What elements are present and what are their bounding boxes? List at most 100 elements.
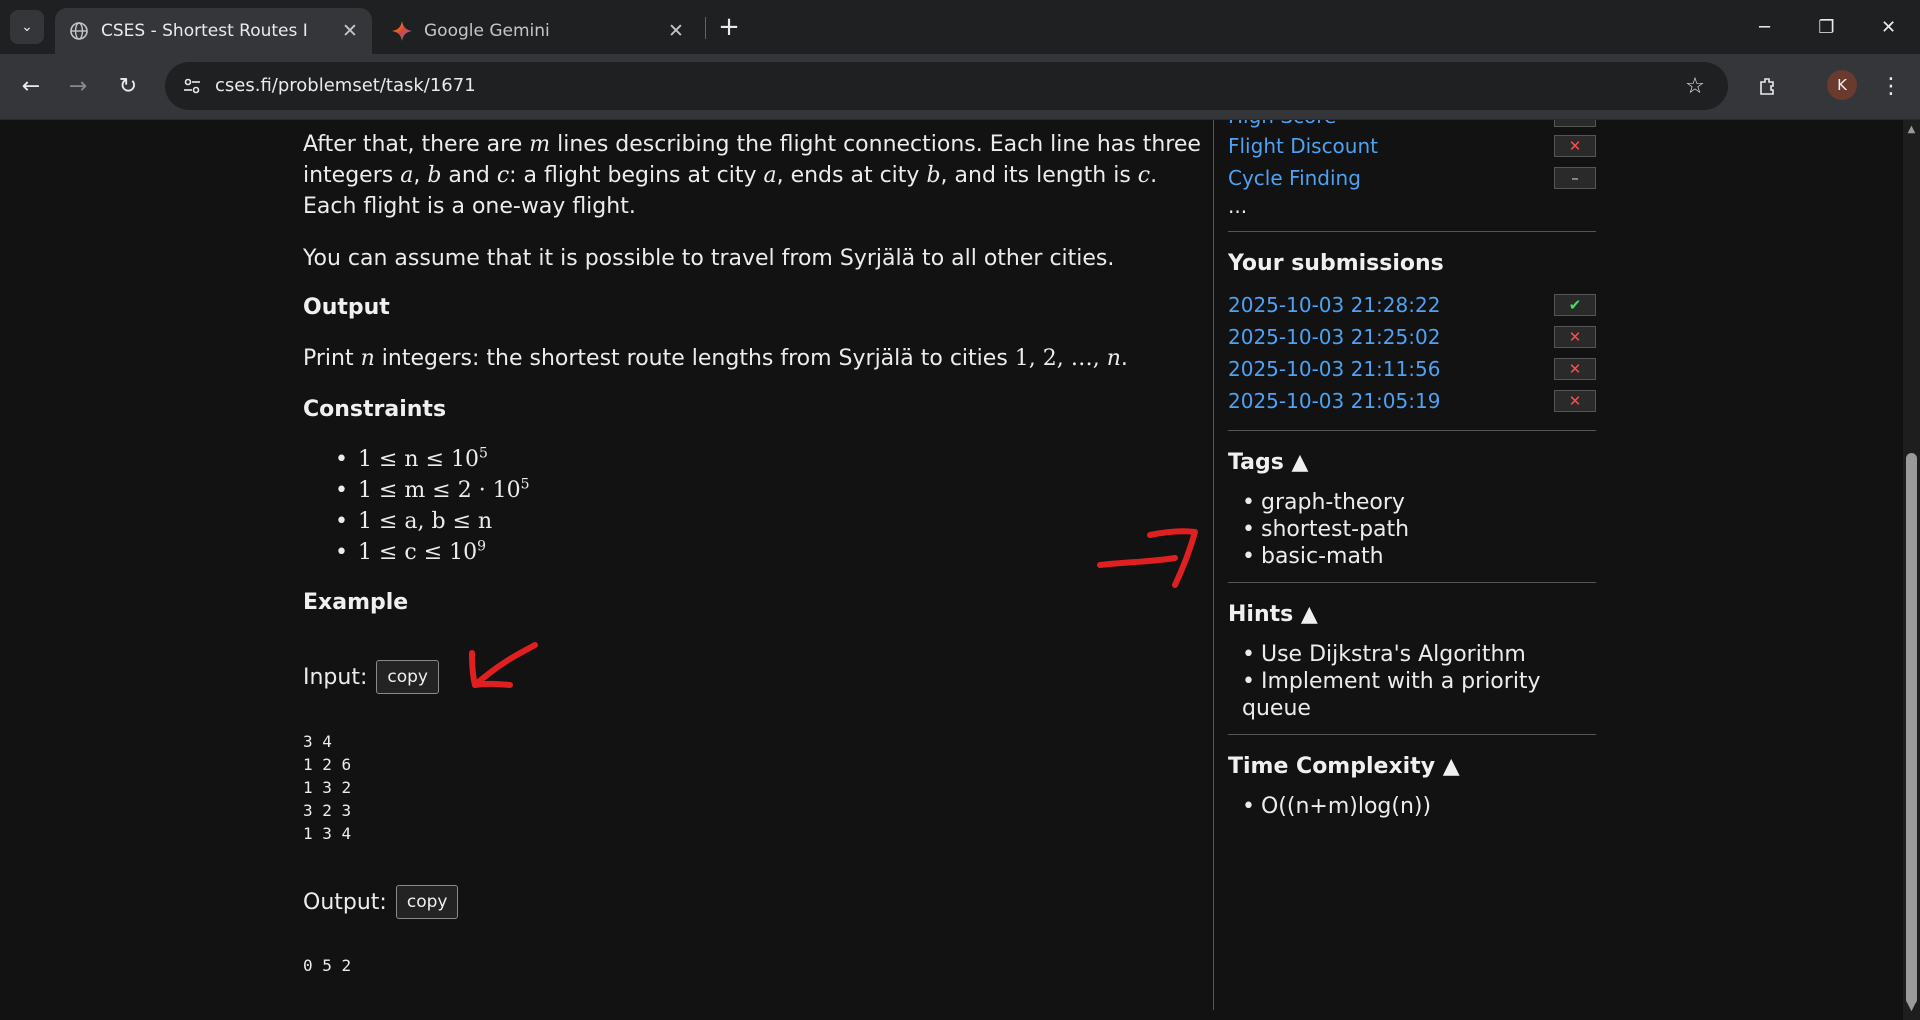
restore-icon[interactable]: ❐ xyxy=(1795,0,1858,54)
site-info-icon[interactable] xyxy=(177,71,207,101)
dash-icon: – xyxy=(1554,167,1596,189)
constraint-expr: 1 ≤ n ≤ 10 xyxy=(358,447,479,472)
tag-label: basic-math xyxy=(1260,544,1384,569)
text: . xyxy=(1120,346,1128,371)
complexity-label: O((n+m)log(n)) xyxy=(1260,794,1432,819)
new-tab-button[interactable]: + xyxy=(714,12,744,42)
tab-cses[interactable]: CSES - Shortest Routes I ✕ xyxy=(55,8,372,54)
input-label: Input: xyxy=(303,664,368,690)
text: , ends at city xyxy=(776,163,927,188)
sidebar-divider xyxy=(1228,734,1596,735)
related-task-link[interactable]: Flight Discount xyxy=(1228,134,1554,158)
example-output: 0 5 2 xyxy=(303,956,352,975)
sidebar-divider xyxy=(1228,430,1596,431)
reachability-note: You can assume that it is possible to tr… xyxy=(303,246,1115,271)
related-task-row: Cycle Finding – xyxy=(1228,162,1596,194)
column-divider xyxy=(1213,120,1214,1010)
scroll-up-icon[interactable]: ▲ xyxy=(1906,124,1917,136)
back-arrow-icon[interactable]: ← xyxy=(13,68,49,104)
forward-arrow-icon[interactable]: → xyxy=(60,68,96,104)
submission-row: 2025-10-03 21:11:56 ✕ xyxy=(1228,353,1596,385)
browser-toolbar: ← → ↻ cses.fi/problemset/task/1671 ☆ K ⋮ xyxy=(0,54,1920,120)
text: , xyxy=(413,163,428,188)
reload-icon[interactable]: ↻ xyxy=(110,68,146,104)
close-tab-icon[interactable]: ✕ xyxy=(662,17,690,45)
constraint-expr: 1 ≤ a, b ≤ n xyxy=(358,509,493,534)
cross-icon: ✕ xyxy=(1554,135,1596,157)
tab-title: Google Gemini xyxy=(424,21,550,41)
complexity-item: • O((n+m)log(n)) xyxy=(1242,794,1432,819)
submissions-heading: Your submissions xyxy=(1228,251,1444,276)
sidebar-divider xyxy=(1228,582,1596,583)
math-var: a xyxy=(763,163,777,188)
related-task-row: Flight Discount ✕ xyxy=(1228,130,1596,162)
tag-item: • shortest-path xyxy=(1242,517,1410,542)
input-label-row: Input: copy xyxy=(303,660,439,694)
status-box xyxy=(1554,120,1596,127)
math-var: n xyxy=(360,346,375,371)
math-var: n xyxy=(1106,346,1121,371)
constraint-expr: 1 ≤ m ≤ 2 · 10 xyxy=(358,478,521,503)
related-task-link[interactable]: Cycle Finding xyxy=(1228,166,1554,190)
cross-icon: ✕ xyxy=(1554,358,1596,380)
submission-link[interactable]: 2025-10-03 21:05:19 xyxy=(1228,389,1554,413)
scroll-down-icon[interactable]: ▼ xyxy=(1906,1002,1917,1014)
address-bar[interactable]: cses.fi/problemset/task/1671 ☆ xyxy=(165,62,1728,110)
gemini-icon xyxy=(392,21,412,41)
math-var: c xyxy=(1137,163,1151,188)
hint-label: Implement with a priority queue xyxy=(1242,669,1541,721)
minimize-icon[interactable]: ─ xyxy=(1733,0,1796,54)
tags-toggle[interactable]: Tags ▲ xyxy=(1228,450,1308,475)
submission-row: 2025-10-03 21:05:19 ✕ xyxy=(1228,385,1596,417)
text: integers: the shortest route lengths fro… xyxy=(374,346,1015,371)
extensions-icon[interactable] xyxy=(1750,68,1786,104)
output-label-row: Output: copy xyxy=(303,885,459,919)
profile-avatar[interactable]: K xyxy=(1827,70,1857,100)
tag-label: graph-theory xyxy=(1260,490,1405,515)
hints-toggle[interactable]: Hints ▲ xyxy=(1228,602,1318,627)
constraint-exponent: 9 xyxy=(477,538,487,555)
submission-link[interactable]: 2025-10-03 21:28:22 xyxy=(1228,293,1554,317)
constraints-heading: Constraints xyxy=(303,397,447,422)
flight-description: After that, there are m lines describing… xyxy=(303,129,1203,222)
scroll-thumb[interactable] xyxy=(1906,453,1917,1005)
tab-gemini[interactable]: Google Gemini ✕ xyxy=(378,8,698,54)
text: After that, there are xyxy=(303,132,530,157)
tab-search-button[interactable]: ⌄ xyxy=(10,10,44,44)
globe-icon xyxy=(69,21,89,41)
close-tab-icon[interactable]: ✕ xyxy=(336,17,364,45)
math-var: m xyxy=(529,132,551,157)
copy-output-button[interactable]: copy xyxy=(395,885,459,919)
cross-icon: ✕ xyxy=(1554,390,1596,412)
hint-item: • Use Dijkstra's Algorithm xyxy=(1242,642,1526,667)
submission-row: 2025-10-03 21:28:22 ✔ xyxy=(1228,289,1596,321)
math-var: a xyxy=(400,163,414,188)
hint-label: Use Dijkstra's Algorithm xyxy=(1260,642,1526,667)
hint-item: • Implement with a priority queue xyxy=(1242,669,1541,721)
tab-title: CSES - Shortest Routes I xyxy=(101,21,308,41)
submission-link[interactable]: 2025-10-03 21:25:02 xyxy=(1228,325,1554,349)
tag-item: • basic-math xyxy=(1242,544,1384,569)
constraint-exponent: 5 xyxy=(520,476,530,493)
checkmark-icon: ✔ xyxy=(1554,294,1596,316)
submission-row: 2025-10-03 21:25:02 ✕ xyxy=(1228,321,1596,353)
related-task-link[interactable]: High Score xyxy=(1228,120,1554,128)
vertical-scrollbar[interactable]: ▲ ▼ xyxy=(1903,120,1920,1020)
tag-item: • graph-theory xyxy=(1242,490,1405,515)
annotation-arrow-icon xyxy=(1097,528,1198,588)
more-menu-icon[interactable]: ⋮ xyxy=(1873,68,1909,104)
cross-icon: ✕ xyxy=(1554,326,1596,348)
output-heading: Output xyxy=(303,295,390,320)
more-ellipsis: ... xyxy=(1228,194,1248,218)
submission-link[interactable]: 2025-10-03 21:11:56 xyxy=(1228,357,1554,381)
example-input: 3 4 1 2 6 1 3 2 3 2 3 1 3 4 xyxy=(303,732,352,843)
bookmark-star-icon[interactable]: ☆ xyxy=(1680,71,1710,101)
copy-input-button[interactable]: copy xyxy=(376,660,439,694)
math-var: b xyxy=(926,163,941,188)
constraint-item: 1 ≤ m ≤ 2 · 105 xyxy=(303,475,530,506)
chevron-down-icon: ⌄ xyxy=(21,19,33,35)
text: : a flight begins at city xyxy=(509,163,764,188)
complexity-toggle[interactable]: Time Complexity ▲ xyxy=(1228,754,1460,779)
close-window-icon[interactable]: ✕ xyxy=(1857,0,1920,54)
constraint-expr: 1 ≤ c ≤ 10 xyxy=(358,540,478,565)
